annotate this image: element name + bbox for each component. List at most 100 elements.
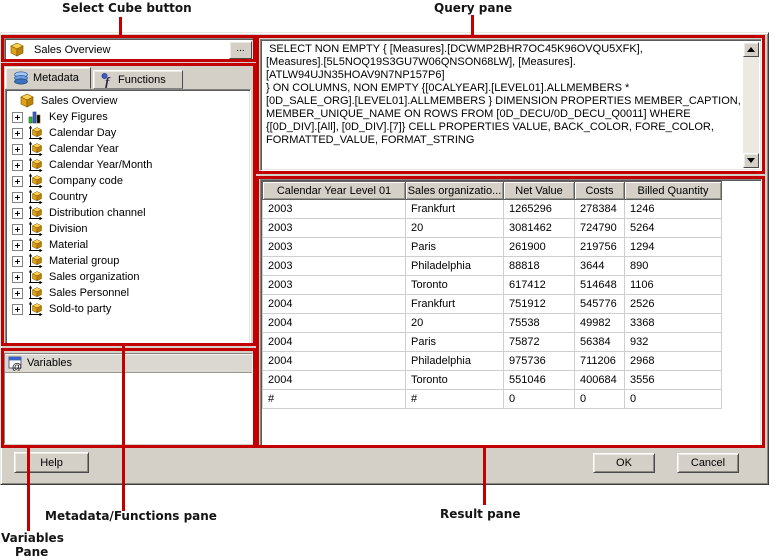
- table-cell: Toronto: [405, 275, 504, 295]
- table-row[interactable]: 2003 Paris 261900 219756 1294: [262, 237, 722, 257]
- column-header[interactable]: Costs: [574, 181, 625, 200]
- variables-list[interactable]: [5, 373, 252, 443]
- tree-item-label: Calendar Day: [49, 127, 117, 139]
- table-row[interactable]: 2004 Philadelphia 975736 711206 2968: [262, 351, 722, 371]
- table-row[interactable]: 2004 Toronto 551046 400684 3556: [262, 370, 722, 390]
- ok-button[interactable]: OK: [593, 453, 655, 473]
- dimension-icon: [27, 301, 44, 317]
- table-cell: Philadelphia: [405, 351, 504, 371]
- table-row[interactable]: 2004 Frankfurt 751912 545776 2526: [262, 294, 722, 314]
- tree-item[interactable]: Sales organization: [8, 269, 250, 285]
- expand-plus-icon[interactable]: [12, 239, 23, 251]
- tree-item[interactable]: Key Figures: [8, 109, 250, 125]
- table-cell: 617412: [503, 275, 575, 295]
- result-pane: Calendar Year Level 01 Sales organizatio.…: [260, 179, 762, 447]
- table-cell: 2003: [262, 237, 406, 257]
- table-cell: 2003: [262, 256, 406, 276]
- expand-plus-icon[interactable]: [12, 255, 23, 267]
- dimension-icon: [27, 253, 44, 269]
- table-cell: 975736: [503, 351, 575, 371]
- dimension-icon: [27, 157, 44, 173]
- cube-selector-field[interactable]: Sales Overview ...: [4, 38, 254, 62]
- help-button[interactable]: Help: [14, 452, 89, 473]
- column-header[interactable]: Billed Quantity: [624, 181, 722, 200]
- tree-item[interactable]: Company code: [8, 173, 250, 189]
- tab-metadata-label: Metadata: [33, 72, 79, 84]
- cube-icon: [9, 42, 26, 58]
- table-row[interactable]: # #0 0 0: [262, 389, 722, 409]
- expand-plus-icon[interactable]: [12, 127, 23, 139]
- expand-plus-icon[interactable]: [12, 159, 23, 171]
- table-cell: #: [405, 389, 504, 409]
- table-cell: 2004: [262, 370, 406, 390]
- table-cell: 219756: [574, 237, 625, 257]
- expand-plus-icon[interactable]: [12, 223, 23, 235]
- table-cell: Toronto: [405, 370, 504, 390]
- table-cell: 88818: [503, 256, 575, 276]
- metadata-icon: [13, 70, 29, 86]
- column-header[interactable]: Net Value: [503, 181, 575, 200]
- table-row[interactable]: 2003 Toronto 617412 514648 1106: [262, 275, 722, 295]
- table-cell: 2004: [262, 313, 406, 333]
- table-cell: 0: [624, 389, 722, 409]
- tree-item-label: Country: [49, 191, 88, 203]
- expand-plus-icon[interactable]: [12, 271, 23, 283]
- tree-item[interactable]: Calendar Year/Month: [8, 157, 250, 173]
- expand-plus-icon[interactable]: [12, 143, 23, 155]
- tree-item[interactable]: Calendar Day: [8, 125, 250, 141]
- annotation-result-pane: Result pane: [440, 507, 521, 521]
- table-row[interactable]: 2004 Paris 75872 56384 932: [262, 332, 722, 352]
- table-cell: 278384: [574, 199, 625, 219]
- expand-plus-icon[interactable]: [12, 111, 23, 123]
- expand-plus-icon[interactable]: [12, 175, 23, 187]
- expand-plus-icon[interactable]: [12, 303, 23, 315]
- table-row[interactable]: 2003 Frankfurt 1265296 278384 1246: [262, 199, 722, 219]
- variables-header: @ Variables: [5, 354, 252, 373]
- expand-plus-icon[interactable]: [12, 287, 23, 299]
- mdx-query-text[interactable]: SELECT NON EMPTY { [Measures].[DCWMP2BHR…: [263, 42, 742, 168]
- table-cell: #: [262, 389, 406, 409]
- tree-root-item[interactable]: Sales Overview: [8, 93, 250, 109]
- tree-item[interactable]: Country: [8, 189, 250, 205]
- svg-text:f: f: [105, 74, 111, 88]
- variables-pane: @ Variables: [4, 353, 253, 444]
- tree-item[interactable]: Division: [8, 221, 250, 237]
- cancel-button[interactable]: Cancel: [677, 453, 739, 473]
- tree-item[interactable]: Sold-to party: [8, 301, 250, 317]
- select-cube-button[interactable]: ...: [229, 41, 252, 59]
- table-cell: 2968: [624, 351, 722, 371]
- result-header-row: Calendar Year Level 01 Sales organizatio.…: [262, 181, 722, 200]
- tab-metadata[interactable]: Metadata: [5, 67, 91, 89]
- table-row[interactable]: 2004 20 75538 49982 3368: [262, 313, 722, 333]
- table-cell: 3556: [624, 370, 722, 390]
- query-scrollbar[interactable]: [743, 42, 759, 168]
- tree-item-label: Calendar Year/Month: [49, 159, 153, 171]
- table-row[interactable]: 2003 Philadelphia 88818 3644 890: [262, 256, 722, 276]
- table-row[interactable]: 2003 20 3081462 724790 5264: [262, 218, 722, 238]
- tree-item-label: Material group: [49, 255, 120, 267]
- column-header[interactable]: Sales organizatio...: [405, 181, 504, 200]
- tree-item[interactable]: Material group: [8, 253, 250, 269]
- cube-icon: [19, 93, 36, 109]
- table-cell: 0: [503, 389, 575, 409]
- tree-item[interactable]: Material: [8, 237, 250, 253]
- scroll-up-icon[interactable]: [743, 42, 759, 57]
- tree-item[interactable]: Sales Personnel: [8, 285, 250, 301]
- dimension-icon: [27, 173, 44, 189]
- tree-item-label: Sales Personnel: [49, 287, 130, 299]
- dimension-icon: [27, 237, 44, 253]
- tree-item[interactable]: Distribution channel: [8, 205, 250, 221]
- expand-plus-icon[interactable]: [12, 207, 23, 219]
- tree-item-label: Sales organization: [49, 271, 140, 283]
- tree-item-label: Sold-to party: [49, 303, 112, 315]
- scroll-down-icon[interactable]: [743, 153, 759, 168]
- column-header[interactable]: Calendar Year Level 01: [262, 181, 406, 200]
- table-cell: 3644: [574, 256, 625, 276]
- expand-plus-icon[interactable]: [12, 191, 23, 203]
- tab-functions[interactable]: f Functions: [93, 70, 183, 89]
- dimension-icon: [27, 221, 44, 237]
- tree-item[interactable]: Calendar Year: [8, 141, 250, 157]
- dimension-icon: [27, 189, 44, 205]
- tree-item-label: Key Figures: [49, 111, 108, 123]
- table-cell: 2003: [262, 199, 406, 219]
